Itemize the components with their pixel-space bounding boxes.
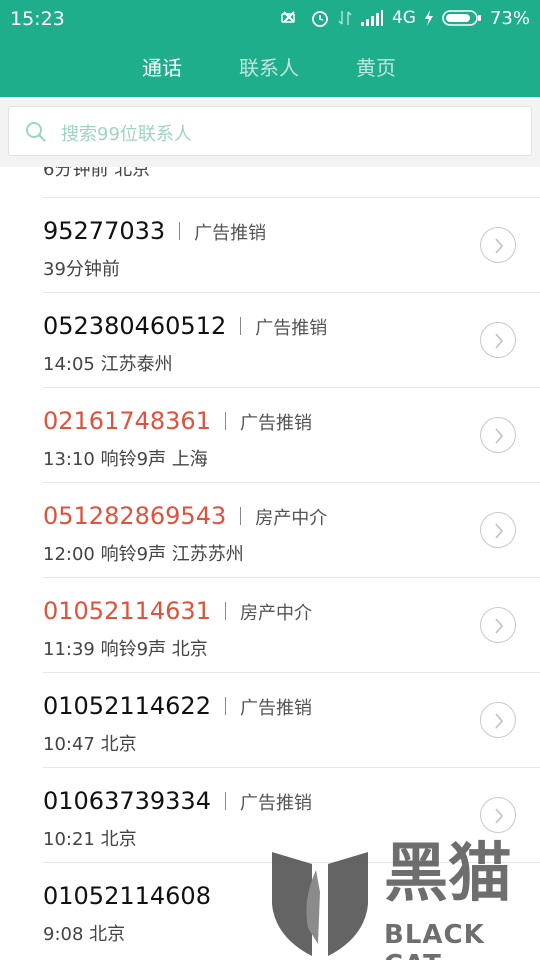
detail-chevron-icon[interactable] (480, 607, 516, 643)
black-cat-watermark: 黑猫 BLACK CAT (268, 838, 540, 960)
call-number: 01052114622 广告推销 (43, 692, 312, 720)
call-tag: 广告推销 (255, 318, 328, 339)
call-tag: 房产中介 (239, 603, 312, 624)
status-icons: 4G 73% (280, 6, 530, 30)
call-row[interactable]: 95277033 广告推销 39分钟前 (0, 198, 540, 293)
call-meta: 10:47 北京 (43, 734, 137, 755)
watermark-text: BLACK CAT (384, 920, 485, 960)
call-number: 01052114608 (43, 882, 211, 910)
call-row-partial[interactable]: 6分钟前 北京 (0, 167, 540, 198)
call-number: 052380460512 广告推销 (43, 312, 328, 340)
battery-icon (442, 10, 481, 26)
tab-bar: 通话 联系人 黄页 (0, 46, 540, 90)
search-placeholder: 搜索99位联系人 (61, 124, 192, 145)
call-tag: 广告推销 (194, 223, 267, 244)
detail-chevron-icon[interactable] (480, 322, 516, 358)
call-meta: 9:08 北京 (43, 924, 126, 945)
call-tag: 房产中介 (255, 508, 328, 529)
search-icon (26, 122, 46, 142)
detail-chevron-icon[interactable] (480, 227, 516, 263)
call-meta: 6分钟前 北京 (43, 167, 151, 180)
search-area: 搜索99位联系人 (0, 97, 540, 167)
call-tag: 广告推销 (239, 698, 312, 719)
call-meta: 13:10 响铃9声 上海 (43, 449, 208, 470)
call-number-missed: 02161748361 广告推销 (43, 407, 312, 435)
call-meta: 14:05 江苏泰州 (43, 354, 173, 375)
signal-icon (360, 10, 383, 26)
black-cat-logo-icon (272, 852, 368, 956)
status-time: 15:23 (10, 8, 65, 30)
detail-chevron-icon[interactable] (480, 512, 516, 548)
detail-chevron-icon[interactable] (480, 417, 516, 453)
call-meta: 11:39 响铃9声 北京 (43, 639, 208, 660)
call-row[interactable]: 01052114622 广告推销 10:47 北京 (0, 673, 540, 768)
search-input[interactable]: 搜索99位联系人 (8, 106, 532, 156)
tab-yellow-pages[interactable]: 黄页 (356, 52, 396, 81)
call-meta: 39分钟前 (43, 259, 120, 280)
app-header: 15:23 4G 73% 通话 联系人 黄页 (0, 0, 540, 97)
call-row[interactable]: 02161748361 广告推销 13:10 响铃9声 上海 (0, 388, 540, 483)
call-number-missed: 051282869543 房产中介 (43, 502, 328, 530)
call-meta: 10:21 北京 (43, 829, 137, 850)
call-tag: 广告推销 (239, 793, 312, 814)
mute-icon (281, 11, 295, 23)
tab-contacts[interactable]: 联系人 (239, 52, 299, 81)
alarm-icon (312, 11, 328, 27)
status-bar: 15:23 4G 73% (0, 0, 540, 36)
call-row[interactable]: 01052114631 房产中介 11:39 响铃9声 北京 (0, 578, 540, 673)
data-transfer-icon (338, 11, 352, 25)
call-number-missed: 01052114631 房产中介 (43, 597, 312, 625)
charging-icon (424, 10, 433, 26)
call-number: 95277033 广告推销 (43, 217, 267, 245)
call-meta: 12:00 响铃9声 江苏苏州 (43, 544, 244, 565)
watermark-glyph: 黑猫 (384, 837, 512, 911)
call-row[interactable]: 051282869543 房产中介 12:00 响铃9声 江苏苏州 (0, 483, 540, 578)
call-row[interactable]: 052380460512 广告推销 14:05 江苏泰州 (0, 293, 540, 388)
detail-chevron-icon[interactable] (480, 797, 516, 833)
network-type: 4G (391, 8, 416, 28)
call-number: 01063739334 广告推销 (43, 787, 312, 815)
tab-calls[interactable]: 通话 (142, 52, 182, 81)
call-tag: 广告推销 (239, 413, 312, 434)
battery-percent: 73% (489, 7, 530, 29)
detail-chevron-icon[interactable] (480, 702, 516, 738)
